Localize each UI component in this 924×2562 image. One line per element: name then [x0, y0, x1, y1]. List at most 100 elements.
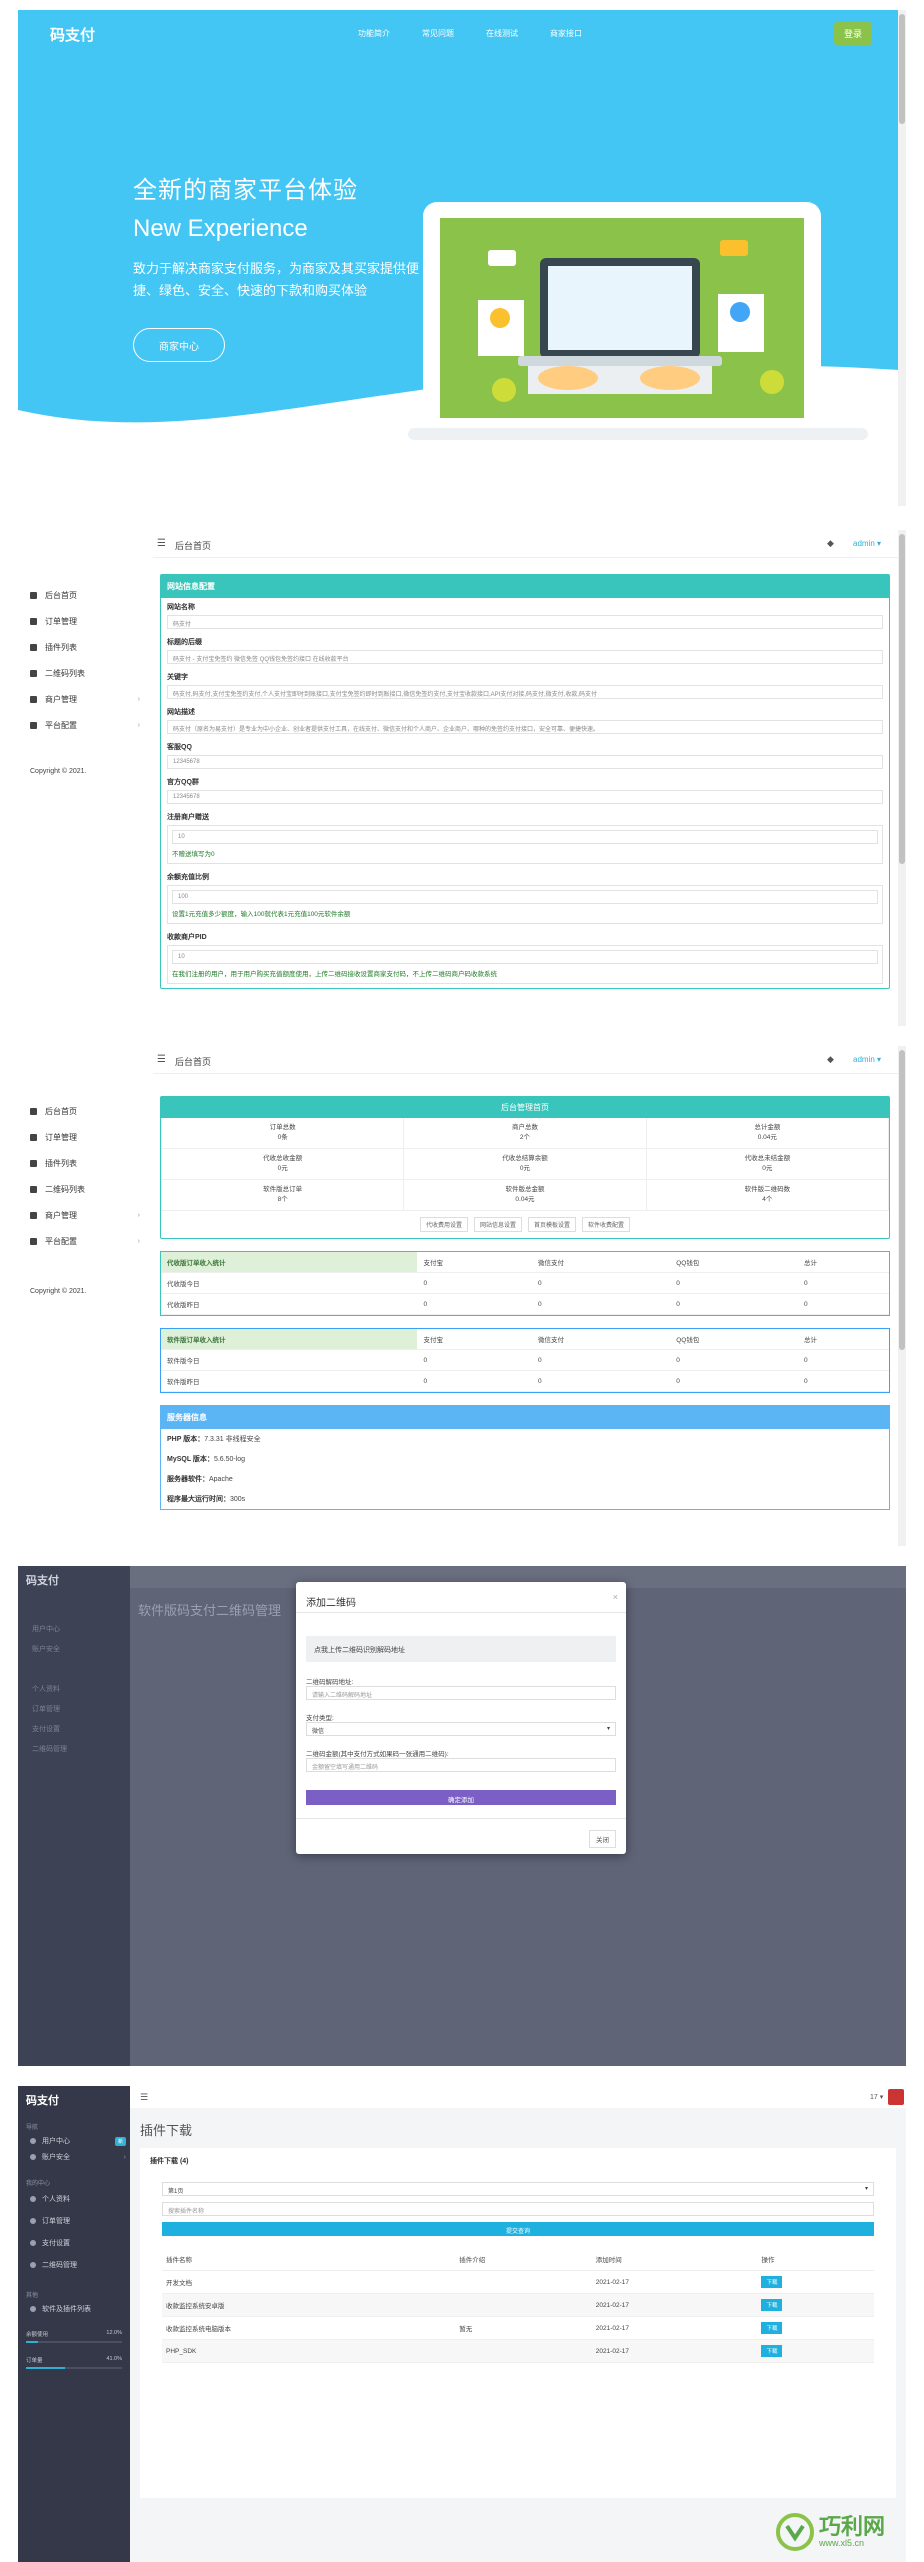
chevron-right-icon: › — [137, 722, 140, 729]
download-button[interactable]: 下载 — [761, 2276, 783, 2288]
stats-grid: 订单总数 0条 商户总数 2个 总计金额 0.04元 代收总收金额 0元 代收总结算余额… — [161, 1118, 889, 1211]
menu-icon[interactable]: ☰ — [157, 1054, 166, 1065]
copyright: Copyright © 2021. — [30, 1288, 87, 1295]
login-button[interactable]: 登录 — [834, 22, 873, 45]
sidebar-item-qrcodes[interactable]: 二维码管理 — [30, 2260, 126, 2270]
upload-qrcode-button[interactable]: 点我上传二维码识别解码地址 — [306, 1636, 616, 1662]
sidebar-item-orders[interactable]: 订单管理 — [30, 616, 140, 627]
page-scrollbar[interactable] — [898, 1046, 906, 1546]
orders-progress: 订单量 41.0% — [26, 2356, 122, 2369]
sidebar-item-merchants[interactable]: 商户管理 › — [30, 1210, 140, 1221]
title-suffix-input[interactable]: 码支付 - 支付宝免签约 微信免签 QQ钱包免签约接口 在线收款平台 — [167, 650, 883, 664]
site-logo[interactable]: 码支付 — [50, 24, 95, 45]
link-template-settings[interactable]: 首页模板设置 — [528, 1217, 577, 1232]
site-name-input[interactable]: 码支付 — [167, 615, 883, 629]
sidebar-item-config[interactable]: 平台配置 › — [30, 720, 140, 731]
sidebar-item-plugins[interactable]: 插件列表 — [30, 1158, 140, 1169]
copyright: Copyright © 2021. — [30, 768, 87, 775]
server-info-box: 服务器信息 PHP 版本：7.3.31 非线程安全 MySQL 版本：5.6.5… — [160, 1405, 890, 1510]
palette-icon[interactable]: ◆ — [827, 1054, 834, 1065]
progress-fill — [26, 2367, 66, 2369]
close-icon[interactable]: × — [613, 1592, 618, 1602]
search-input[interactable]: 搜索插件名称 — [162, 2202, 874, 2216]
sidebar-item-dimmed: 支付设置 — [32, 1726, 60, 1733]
nav-item-features[interactable]: 功能简介 — [358, 28, 390, 39]
amount-label: 二维码金额(其中支付方式如果码一张通用二维码): — [306, 1751, 449, 1758]
chevron-right-icon: › — [137, 696, 140, 703]
keywords-input[interactable]: 码支付,码支付,支付宝免签约支付,个人支付宝即时到账接口,支付宝免签约即时到账接… — [167, 685, 883, 699]
sidebar-section-user: 我的中心 — [26, 2181, 51, 2187]
qq-group-input[interactable]: 12345678 — [167, 790, 883, 804]
download-button[interactable]: 下载 — [761, 2345, 783, 2357]
stat-cell: 代收总结算余额 0元 — [404, 1149, 647, 1180]
qrcode-icon — [30, 1186, 37, 1193]
menu-icon[interactable]: ☰ — [140, 2092, 148, 2103]
sidebar-item-user-center[interactable]: 用户中心新 — [30, 2136, 126, 2146]
user-menu[interactable]: admin ▾ — [853, 1055, 881, 1064]
link-site-settings[interactable]: 网站信息设置 — [473, 1217, 522, 1232]
sidebar-item-home[interactable]: 后台首页 — [30, 1106, 140, 1117]
page-scrollbar[interactable] — [898, 10, 906, 506]
breadcrumb[interactable]: 后台首页 — [175, 539, 211, 552]
sidebar-item-merchants[interactable]: 商户管理 › — [30, 694, 140, 705]
gear-icon — [30, 2218, 36, 2224]
shield-icon — [30, 2154, 36, 2160]
gear-icon — [30, 722, 37, 729]
merchant-pid-input[interactable]: 10 — [172, 950, 878, 964]
download-button[interactable]: 下载 — [761, 2299, 783, 2311]
gear-icon — [30, 2306, 36, 2312]
field-keywords: 关键字 码支付,码支付,支付宝免签约支付,个人支付宝即时到账接口,支付宝免签约即时… — [161, 668, 889, 703]
service-qq-input[interactable]: 12345678 — [167, 755, 883, 769]
sidebar-item-dimmed: 个人资料 — [32, 1686, 60, 1693]
nav-item-api[interactable]: 商家接口 — [550, 28, 582, 39]
sidebar-item-qrcodes[interactable]: 二维码列表 — [30, 668, 140, 679]
watermark-logo-icon — [776, 2513, 814, 2551]
palette-icon[interactable]: ◆ — [827, 538, 834, 549]
pay-type-select[interactable]: 微信 ▾ — [306, 1722, 616, 1736]
link-fee-settings[interactable]: 代收费用设置 — [419, 1217, 468, 1232]
merchant-center-button[interactable]: 商家中心 — [133, 328, 225, 362]
user-menu[interactable]: admin ▾ — [853, 539, 881, 548]
gear-icon — [30, 2262, 36, 2268]
sidebar-section-other: 其他 — [26, 2293, 39, 2299]
settings-form: 网站信息配置 网站名称 码支付 标题的后缀 码支付 - 支付宝免签约 微信免签 QQ… — [160, 574, 890, 989]
sidebar-item-dimmed: 订单管理 — [32, 1706, 60, 1713]
table-row: 代收版今日 0 0 0 0 — [161, 1272, 889, 1294]
avatar[interactable] — [888, 2089, 904, 2105]
sidebar-item-orders[interactable]: 订单管理 — [30, 2216, 126, 2226]
recharge-ratio-input[interactable]: 100 — [172, 890, 878, 904]
usage-progress: 余额使用 12.0% — [26, 2330, 122, 2343]
table-row: 收款监控系统电脑版本 暂无 2021-02-17 下载 — [162, 2316, 874, 2340]
download-button[interactable]: 下载 — [761, 2322, 783, 2334]
sidebar-item-home[interactable]: 后台首页 — [30, 590, 140, 601]
nav-item-test[interactable]: 在线测试 — [486, 28, 518, 39]
page-scrollbar[interactable] — [898, 530, 906, 1026]
amount-input[interactable]: 金额留空填写通用二维码 — [306, 1758, 616, 1772]
site-logo[interactable]: 码支付 — [26, 2092, 59, 2108]
submit-query-button[interactable]: 提交查询 — [162, 2222, 874, 2236]
notification-count[interactable]: 17 ▾ — [870, 2093, 883, 2101]
nav-item-faq[interactable]: 常见问题 — [422, 28, 454, 39]
breadcrumb[interactable]: 后台首页 — [175, 1055, 211, 1068]
link-software-fee[interactable]: 软件收费配置 — [582, 1217, 631, 1232]
sidebar-item-orders[interactable]: 订单管理 — [30, 1132, 140, 1143]
settings-panel: 后台首页 订单管理 插件列表 二维码列表 商户管理 › 平台配置 › Copyrig… — [18, 530, 906, 1026]
sidebar-item-pay-settings[interactable]: 支付设置 — [30, 2238, 126, 2248]
sidebar-item-qrcodes[interactable]: 二维码列表 — [30, 1184, 140, 1195]
sidebar-item-software-list[interactable]: 软件及插件列表 — [30, 2304, 126, 2314]
page-select[interactable]: 第1页 ▾ — [162, 2182, 874, 2196]
confirm-add-button[interactable]: 确定添加 — [306, 1790, 616, 1805]
server-row-php: PHP 版本：7.3.31 非线程安全 — [167, 1436, 261, 1443]
sidebar-item-account-security[interactable]: 账户安全 › — [30, 2152, 126, 2162]
sidebar-item-config[interactable]: 平台配置 › — [30, 1236, 140, 1247]
register-gift-input[interactable]: 10 — [172, 830, 878, 844]
server-info-title: 服务器信息 — [161, 1406, 889, 1429]
sidebar-item-plugins[interactable]: 插件列表 — [30, 642, 140, 653]
description-input[interactable]: 码支付（原名为易支付）是专业为中小企业、创业者提供支付工具，在线支付、微信支付和… — [167, 720, 883, 734]
sidebar-item-profile[interactable]: 个人资料 — [30, 2194, 126, 2204]
decode-address-input[interactable]: 请输入二维码解码地址 — [306, 1686, 616, 1700]
menu-icon[interactable]: ☰ — [157, 538, 166, 549]
quick-links: 代收费用设置 网站信息设置 首页模板设置 软件收费配置 — [161, 1211, 889, 1238]
close-button[interactable]: 关闭 — [589, 1830, 616, 1848]
sidebar-section-nav: 导航 — [26, 2125, 39, 2131]
